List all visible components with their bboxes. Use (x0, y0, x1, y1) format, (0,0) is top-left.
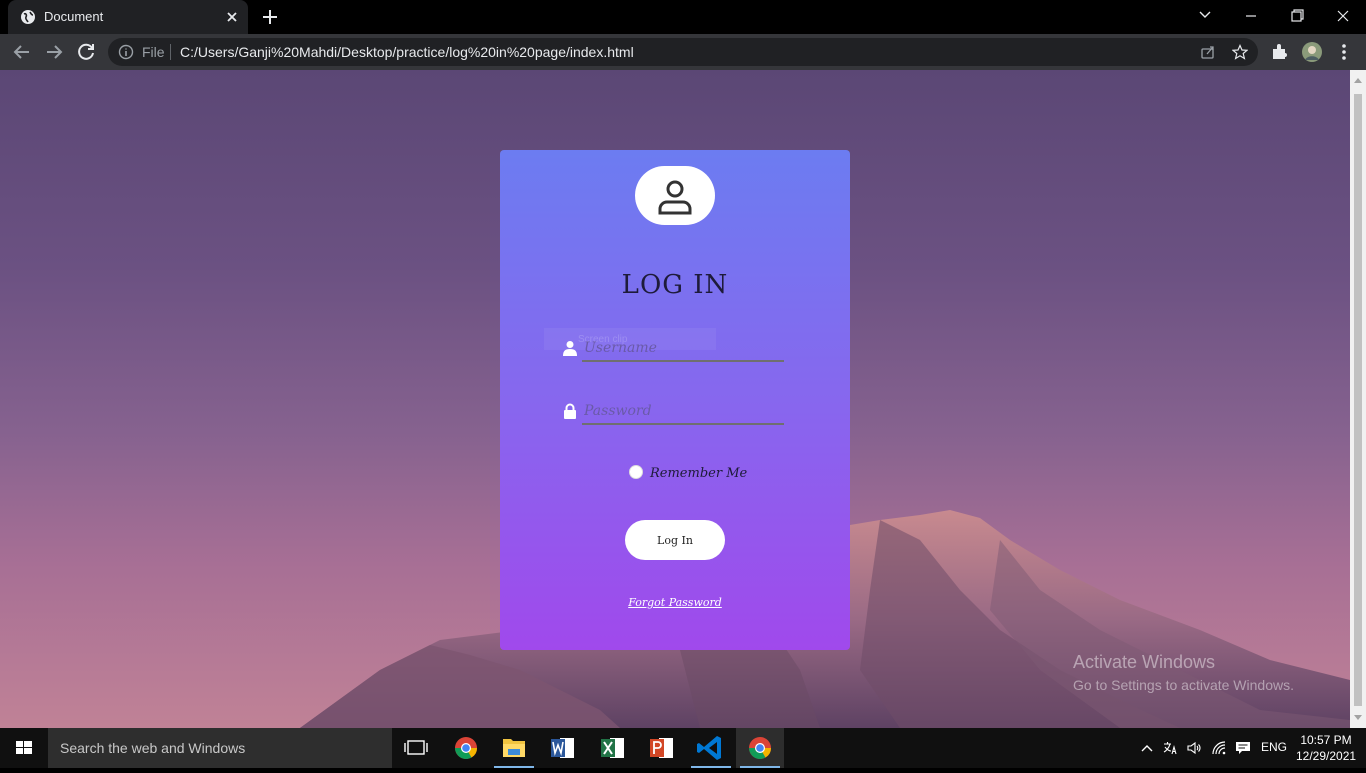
address-url[interactable]: C:/Users/Ganji%20Mahdi/Desktop/practice/… (180, 44, 634, 60)
forward-icon[interactable] (42, 40, 66, 64)
powerpoint-icon (650, 738, 673, 758)
info-icon[interactable] (118, 44, 134, 60)
back-icon[interactable] (10, 40, 34, 64)
address-bar[interactable]: File C:/Users/Ganji%20Mahdi/Desktop/prac… (108, 38, 1258, 66)
address-separator (170, 44, 171, 60)
clock-date: 12/29/2021 (1296, 749, 1357, 763)
password-input[interactable] (582, 399, 784, 425)
login-card: LOG IN Screen clip Remember Me Log In Fo… (500, 150, 850, 650)
scroll-up-icon[interactable] (1353, 76, 1363, 84)
folder-icon (503, 739, 525, 757)
scroll-down-icon[interactable] (1353, 714, 1363, 722)
new-tab-icon[interactable] (258, 6, 282, 28)
page-viewport: LOG IN Screen clip Remember Me Log In Fo… (0, 70, 1350, 728)
share-icon[interactable] (1200, 44, 1216, 60)
login-title: LOG IN (621, 270, 729, 300)
restore-icon[interactable] (1282, 4, 1312, 28)
windows-taskbar: Search the web and Windows ENG 10:57 PM … (0, 728, 1366, 768)
taskbar-search[interactable]: Search the web and Windows (48, 728, 392, 768)
chrome-icon (749, 737, 771, 759)
taskbar-powerpoint[interactable] (637, 728, 685, 768)
taskbar-search-placeholder: Search the web and Windows (60, 740, 246, 756)
windows-start-icon[interactable] (0, 728, 48, 768)
lock-icon (564, 403, 576, 419)
tab-search-icon[interactable] (1190, 4, 1220, 28)
bookmark-star-icon[interactable] (1232, 44, 1248, 60)
menu-icon[interactable] (1334, 42, 1354, 62)
scrollbar-thumb[interactable] (1354, 94, 1362, 706)
browser-toolbar: File C:/Users/Ganji%20Mahdi/Desktop/prac… (0, 34, 1366, 70)
minimize-icon[interactable] (1236, 4, 1266, 28)
remember-me-radio[interactable] (629, 465, 643, 479)
action-center-icon[interactable] (1235, 740, 1251, 756)
tab-document[interactable]: Document (8, 0, 248, 34)
taskbar-chrome-active[interactable] (736, 728, 784, 768)
taskbar-word[interactable] (538, 728, 586, 768)
tab-title: Document (44, 9, 104, 24)
input-method-icon[interactable] (1162, 740, 1178, 756)
user-field-icon (563, 341, 577, 356)
username-input[interactable] (582, 336, 784, 362)
language-indicator[interactable]: ENG (1261, 740, 1287, 754)
vertical-scrollbar[interactable] (1350, 70, 1366, 728)
show-hidden-icons-icon[interactable] (1139, 740, 1155, 756)
task-view-icon[interactable] (392, 728, 440, 768)
address-prefix: File (142, 44, 165, 60)
clock-time: 10:57 PM (1300, 733, 1352, 747)
close-window-icon[interactable] (1328, 4, 1358, 28)
clock[interactable]: 10:57 PM 12/29/2021 (1296, 732, 1356, 764)
extensions-icon[interactable] (1270, 42, 1290, 62)
vscode-icon (697, 736, 721, 760)
login-button[interactable]: Log In (625, 520, 725, 560)
reload-icon[interactable] (74, 40, 98, 64)
volume-icon[interactable] (1186, 740, 1202, 756)
chrome-icon (455, 737, 477, 759)
globe-icon (21, 10, 35, 24)
watermark-subtitle: Go to Settings to activate Windows. (1073, 677, 1294, 693)
close-tab-icon[interactable] (222, 7, 242, 27)
taskbar-vscode[interactable] (687, 728, 735, 768)
taskbar-excel[interactable] (588, 728, 636, 768)
remember-me-label[interactable]: Remember Me (650, 466, 747, 481)
profile-avatar[interactable] (1302, 42, 1322, 62)
avatar (635, 166, 715, 225)
wifi-icon[interactable] (1211, 740, 1227, 756)
watermark-title: Activate Windows (1073, 652, 1216, 672)
activate-windows-watermark: Activate Windows Go to Settings to activ… (1073, 652, 1294, 693)
forgot-password-link[interactable]: Forgot Password (500, 596, 850, 609)
excel-icon (601, 738, 624, 758)
word-icon (551, 738, 574, 758)
tab-strip: Document (0, 0, 1366, 34)
user-icon (658, 180, 692, 215)
taskbar-file-explorer[interactable] (490, 728, 538, 768)
taskbar-chrome[interactable] (442, 728, 490, 768)
